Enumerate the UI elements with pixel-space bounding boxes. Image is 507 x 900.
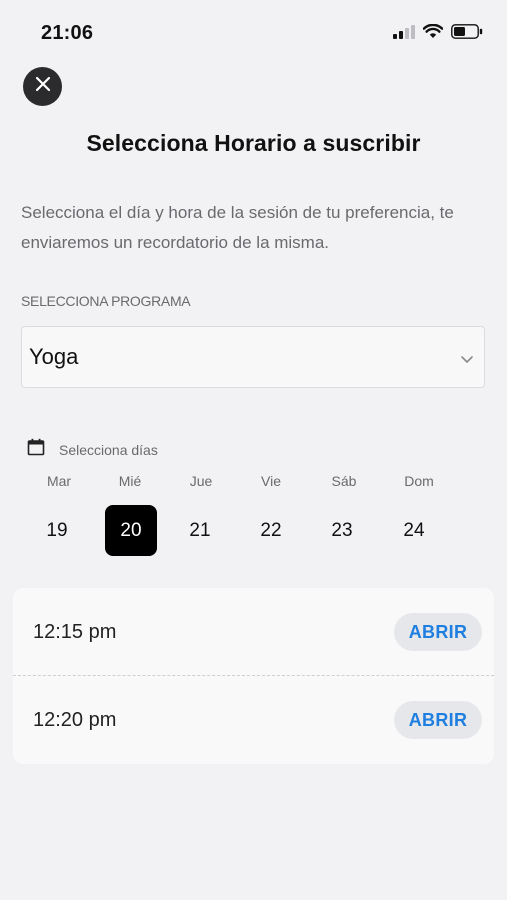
days-label: Selecciona días (59, 441, 158, 458)
day-button[interactable]: 24 (388, 505, 440, 556)
close-icon (35, 76, 51, 97)
status-time: 21:06 (41, 22, 94, 44)
weekday-label: Vie (261, 473, 281, 489)
weekday-label: Mar (46, 473, 72, 489)
time-slot-row: 12:15 pm ABRIR (13, 588, 494, 676)
day-button-selected[interactable]: 20 (105, 505, 157, 556)
status-bar: 21:06 (0, 0, 507, 70)
open-slot-button[interactable]: ABRIR (394, 701, 482, 739)
description-text: Selecciona el día y hora de la sesión de… (21, 203, 454, 252)
weekday-label: Mié (118, 473, 142, 489)
battery-icon (451, 24, 483, 44)
cellular-signal-icon (393, 24, 415, 44)
slot-time: 12:15 pm (33, 620, 117, 643)
program-select-value: Yoga (29, 344, 79, 369)
day-button[interactable]: 22 (245, 505, 297, 556)
page-title: Selecciona Horario a suscribir (86, 130, 421, 156)
time-slots-card: 12:15 pm ABRIR 12:20 pm ABRIR (13, 588, 494, 764)
day-button[interactable]: 21 (174, 505, 226, 556)
days-header: Selecciona días (27, 438, 158, 461)
day-button[interactable]: 19 (31, 505, 83, 556)
day-button[interactable]: 23 (316, 505, 368, 556)
screen: 21:06 Selecciona Horario a suscribir Sel… (0, 0, 507, 900)
calendar-icon (27, 438, 45, 461)
time-slot-row: 12:20 pm ABRIR (13, 676, 494, 764)
open-slot-button[interactable]: ABRIR (394, 613, 482, 651)
weekday-label: Dom (404, 473, 434, 489)
weekday-label: Sáb (331, 473, 357, 489)
slot-time: 12:20 pm (33, 708, 117, 731)
program-select[interactable]: Yoga (21, 326, 485, 388)
weekday-label: Jue (189, 473, 213, 489)
status-icons (393, 23, 483, 44)
close-button[interactable] (23, 67, 62, 106)
chevron-down-icon (460, 351, 474, 369)
wifi-icon (422, 23, 444, 44)
program-label: SELECCIONA PROGRAMA (21, 293, 191, 309)
